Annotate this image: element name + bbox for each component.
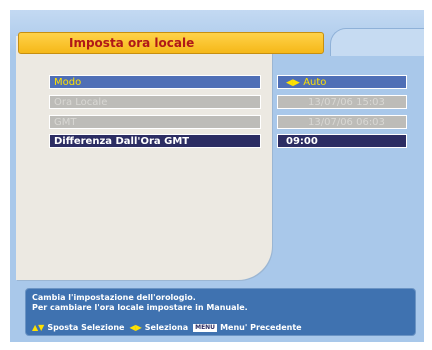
left-right-arrow-icon: ◀▶ [129, 323, 142, 332]
gmt-text: 13/07/06 06:03 [308, 117, 385, 128]
modo-value: Auto [303, 77, 327, 88]
menu-row-modo[interactable]: Modo [49, 75, 261, 89]
ora-locale-value: 13/07/06 15:03 [277, 95, 407, 109]
differenza-gmt-text: 09:00 [286, 136, 318, 147]
menu-row-label: Modo [54, 77, 82, 88]
page-title: Imposta ora locale [18, 32, 324, 54]
legend-back-label: Menu' Precedente [220, 323, 302, 332]
menu-row-label: Ora Locale [54, 97, 108, 108]
modo-value-selector[interactable]: ◀▶ Auto [277, 75, 407, 89]
legend-select-label: Seleziona [144, 323, 189, 332]
up-down-arrow-icon: ▲▼ [32, 323, 45, 332]
settings-screen: { "title": "Imposta ora locale", "menu":… [0, 0, 432, 350]
right-header-tab [330, 28, 424, 56]
menu-row-differenza-gmt[interactable]: Differenza Dall'Ora GMT [49, 134, 261, 148]
menu-row-ora-locale: Ora Locale [49, 95, 261, 109]
help-line-1: Cambia l'impostazione dell'orologio. [32, 293, 196, 302]
left-right-arrow-icon: ◀▶ [286, 78, 300, 88]
menu-key-icon: MENU [193, 323, 218, 332]
ora-locale-text: 13/07/06 15:03 [308, 97, 385, 108]
menu-panel [16, 36, 272, 280]
legend-move-label: Sposta Selezione [47, 323, 125, 332]
help-bar: Cambia l'impostazione dell'orologio. Per… [25, 288, 416, 336]
menu-row-label: GMT [54, 117, 77, 128]
gmt-value: 13/07/06 06:03 [277, 115, 407, 129]
differenza-gmt-value[interactable]: 09:00 [277, 134, 407, 148]
key-legend: ▲▼ Sposta Selezione ◀▶ Seleziona MENU Me… [32, 322, 302, 333]
help-line-2: Per cambiare l'ora locale impostare in M… [32, 303, 248, 312]
menu-row-label: Differenza Dall'Ora GMT [54, 136, 190, 147]
menu-row-gmt: GMT [49, 115, 261, 129]
